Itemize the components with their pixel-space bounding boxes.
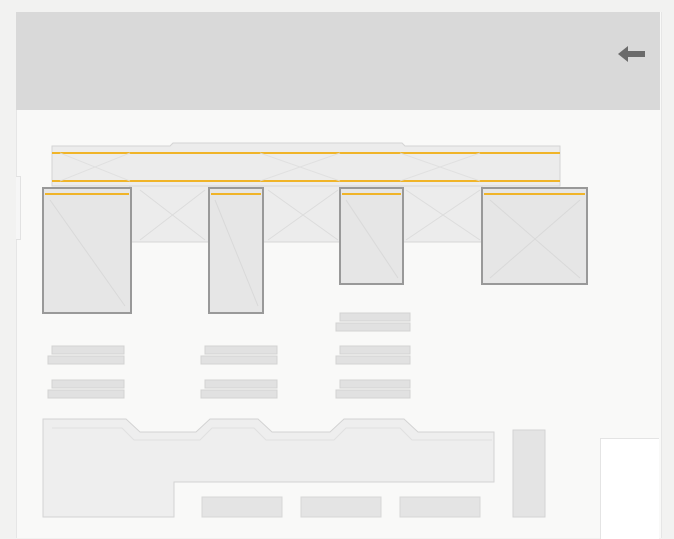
app-canvas bbox=[0, 0, 674, 539]
room-block-4[interactable] bbox=[481, 187, 588, 285]
room-block-2[interactable] bbox=[208, 187, 264, 314]
furniture-group bbox=[47, 312, 411, 399]
corner-white-box bbox=[600, 438, 659, 539]
bottom-block-2 bbox=[300, 496, 382, 518]
room-block-1[interactable] bbox=[42, 187, 132, 314]
floor-plan-diagram bbox=[42, 142, 588, 518]
upper-corridor bbox=[51, 142, 561, 187]
vertical-block bbox=[512, 429, 546, 518]
connector-band bbox=[129, 185, 483, 243]
room-block-3[interactable] bbox=[339, 187, 404, 285]
bottom-block-1 bbox=[201, 496, 283, 518]
bottom-block-3 bbox=[399, 496, 481, 518]
